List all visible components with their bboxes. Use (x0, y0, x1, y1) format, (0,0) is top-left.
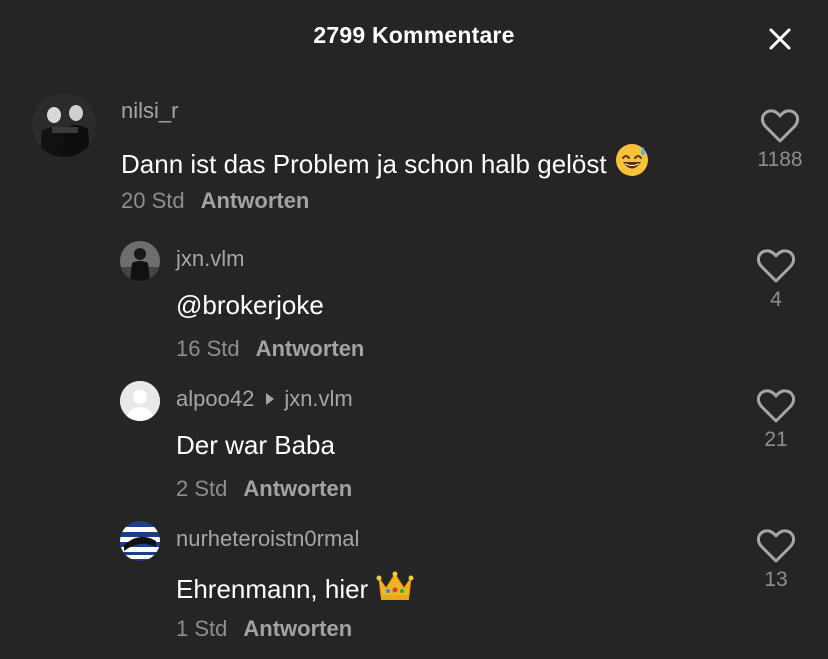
comment-time: 16 Std (176, 336, 240, 361)
comment-meta: 2 Std Antworten (176, 476, 352, 502)
comment-text-content: Dann ist das Problem ja schon halb gelös… (121, 149, 607, 179)
comments-panel: 2799 Kommentare nilsi_r Dann ist das Pro… (0, 0, 828, 659)
comment-username[interactable]: jxn.vlm (176, 246, 244, 272)
like-button[interactable]: 13 (746, 528, 806, 592)
comment-text: Ehrenmann, hier (176, 570, 414, 609)
comment-meta: 1 Std Antworten (176, 616, 352, 642)
crown-emoji-icon (376, 570, 414, 609)
reply-to-user[interactable]: jxn.vlm (284, 386, 352, 411)
comment-time: 2 Std (176, 476, 228, 501)
comment-text: Dann ist das Problem ja schon halb gelös… (121, 143, 649, 184)
comment-text: @brokerjoke (176, 290, 324, 320)
like-count: 4 (770, 288, 782, 311)
comment-time: 20 Std (121, 188, 185, 213)
sweat-smile-emoji-icon (615, 143, 649, 184)
reply-button[interactable]: Antworten (256, 336, 365, 361)
heart-icon[interactable] (756, 248, 796, 284)
default-avatar-icon[interactable] (120, 381, 160, 421)
avatar[interactable] (32, 93, 96, 157)
like-count: 21 (764, 428, 788, 451)
comment-text: Der war Baba (176, 430, 335, 460)
comment-author[interactable]: alpoo42 (176, 386, 254, 411)
like-button[interactable]: 4 (746, 248, 806, 312)
like-count: 1188 (757, 148, 803, 171)
comment-meta: 16 Std Antworten (176, 336, 364, 362)
comment-text-content: Ehrenmann, hier (176, 574, 369, 604)
heart-icon[interactable] (760, 108, 800, 144)
reply-button[interactable]: Antworten (243, 476, 352, 501)
comment-username[interactable]: nilsi_r (121, 98, 178, 124)
reply-arrow-icon (266, 393, 275, 405)
heart-icon[interactable] (756, 388, 796, 424)
like-button[interactable]: 21 (746, 388, 806, 452)
like-count: 13 (764, 568, 788, 591)
comment-time: 1 Std (176, 616, 228, 641)
close-icon[interactable] (765, 24, 795, 54)
like-button[interactable]: 1188 (750, 108, 810, 172)
avatar[interactable] (120, 241, 160, 281)
comment-username: alpoo42 jxn.vlm (176, 386, 353, 412)
reply-button[interactable]: Antworten (243, 616, 352, 641)
heart-icon[interactable] (756, 528, 796, 564)
comment-meta: 20 Std Antworten (121, 188, 309, 214)
reply-button[interactable]: Antworten (201, 188, 310, 213)
avatar[interactable] (120, 521, 160, 561)
comment-username[interactable]: nurheteroistn0rmal (176, 526, 359, 552)
comments-count-title: 2799 Kommentare (313, 22, 515, 48)
